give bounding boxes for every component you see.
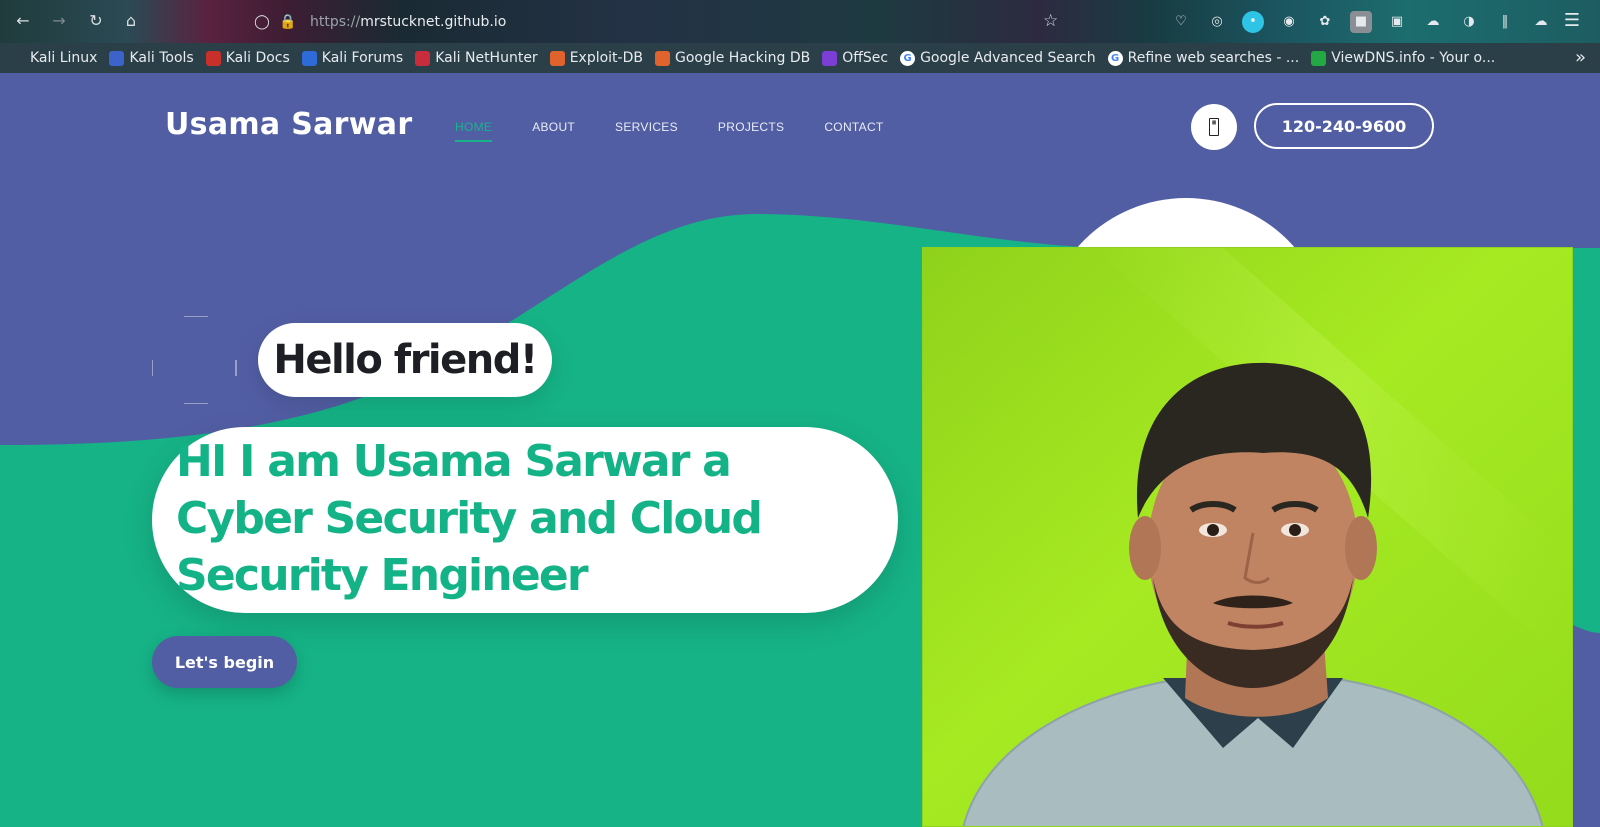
nethunter-icon	[415, 50, 431, 66]
nav-link-about[interactable]: ABOUT	[532, 120, 575, 134]
viewdns-icon	[1311, 50, 1327, 66]
site-header: Usama Sarwar HOME ABOUT SERVICES PROJECTS CO…	[0, 73, 1600, 183]
bookmark-item[interactable]: G Refine web searches - ...	[1107, 50, 1300, 66]
bookmark-label: Kali Tools	[129, 50, 194, 66]
bookmark-label: Google Advanced Search	[920, 50, 1096, 66]
cloud-extension-icon[interactable]: ☁	[1422, 11, 1444, 33]
language-toggle[interactable]: ▦	[1191, 104, 1237, 150]
chat-extension-icon[interactable]: •	[1242, 11, 1264, 33]
bookmark-item[interactable]: Kali Docs	[205, 50, 290, 66]
exploit-db-icon	[549, 50, 565, 66]
offsec-icon	[822, 50, 838, 66]
home-icon[interactable]: ⌂	[120, 10, 142, 32]
bookmark-label: Exploit-DB	[569, 50, 643, 66]
bookmark-item[interactable]: ViewDNS.info - Your o...	[1311, 50, 1495, 66]
bookmark-item[interactable]: G Google Advanced Search	[900, 50, 1096, 66]
kali-docs-icon	[205, 50, 221, 66]
kali-forums-icon	[301, 50, 317, 66]
bookmark-item[interactable]: Kali Forums	[301, 50, 404, 66]
main-navigation: HOME ABOUT SERVICES PROJECTS CONTACT	[455, 120, 884, 142]
bookmark-star-icon[interactable]: ☆	[1043, 11, 1058, 31]
back-arrow-icon[interactable]: ←	[12, 10, 34, 32]
url-text[interactable]: https://mrstucknet.github.io	[310, 14, 506, 30]
bookmark-label: Kali NetHunter	[435, 50, 538, 66]
bookmark-item[interactable]: Kali Tools	[109, 50, 194, 66]
globe-icon[interactable]: ◎	[1206, 11, 1228, 33]
translate-icon: ▦	[1209, 118, 1219, 136]
hello-text: Hello friend!	[273, 337, 538, 383]
bookmark-item[interactable]: Google Hacking DB	[654, 50, 811, 66]
bookmarks-bar: Kali Linux Kali Tools Kali Docs Kali Forums…	[0, 43, 1600, 73]
reload-icon[interactable]: ↻	[85, 10, 107, 32]
image-extension-icon[interactable]: ▣	[1386, 11, 1408, 33]
url-scheme: https://	[310, 14, 361, 30]
bookmark-item[interactable]: Kali NetHunter	[415, 50, 538, 66]
bookmarks-overflow-icon[interactable]: »	[1575, 47, 1586, 68]
browser-toolbar: ← → ↻ ⌂ ◯ 🔒 https://mrstucknet.github.io…	[0, 0, 1600, 43]
ghdb-icon	[654, 50, 670, 66]
profile-photo	[922, 247, 1573, 827]
bookmark-label: Kali Linux	[30, 50, 98, 66]
toggle-extension-icon[interactable]: ◑	[1458, 11, 1480, 33]
hero-headline: HI I am Usama Sarwar a Cyber Security an…	[176, 436, 763, 601]
bookmark-item[interactable]: Exploit-DB	[549, 50, 643, 66]
kali-tools-icon	[109, 50, 125, 66]
lock-icon[interactable]: 🔒	[278, 12, 298, 32]
pocket-icon[interactable]: ♡	[1170, 11, 1192, 33]
nav-link-contact[interactable]: CONTACT	[824, 120, 883, 134]
google-icon: G	[1107, 50, 1123, 66]
bookmark-label: Refine web searches - ...	[1127, 50, 1300, 66]
nav-link-home[interactable]: HOME	[455, 120, 493, 142]
address-bar[interactable]: ◯ 🔒 https://mrstucknet.github.io	[252, 8, 1072, 36]
extension-toolbar: ♡ ◎ • ◉ ✿ ■ ▣ ☁ ◑ ‖ ☁	[1170, 11, 1552, 33]
forward-arrow-icon[interactable]: →	[48, 10, 70, 32]
wappalyzer-icon[interactable]: ◉	[1278, 11, 1300, 33]
hamburger-menu-icon[interactable]: ☰	[1564, 10, 1580, 31]
bookmark-label: Kali Forums	[321, 50, 404, 66]
extensions-icon[interactable]: ☁	[1530, 11, 1552, 33]
bookmark-label: OffSec	[842, 50, 889, 66]
lets-begin-button[interactable]: Let's begin	[152, 636, 297, 688]
decorative-shape-icon	[152, 316, 237, 404]
kali-dragon-icon	[10, 50, 25, 66]
google-icon: G	[900, 50, 916, 66]
hello-badge: Hello friend!	[258, 323, 552, 397]
bookmark-item[interactable]: Kali Linux	[10, 50, 97, 66]
cookie-icon[interactable]: ✿	[1314, 11, 1336, 33]
bookmark-label: Kali Docs	[225, 50, 290, 66]
nav-link-services[interactable]: SERVICES	[615, 120, 678, 134]
bookmark-item[interactable]: OffSec	[822, 50, 888, 66]
url-host: mrstucknet.github.io	[360, 14, 507, 30]
portrait-image	[923, 248, 1572, 826]
puzzle-extension-icon[interactable]: ■	[1350, 11, 1372, 33]
bookmark-label: Google Hacking DB	[674, 50, 811, 66]
library-icon[interactable]: ‖	[1494, 11, 1516, 33]
site-logo[interactable]: Usama Sarwar	[165, 107, 412, 142]
phone-button[interactable]: 120-240-9600	[1254, 103, 1434, 149]
nav-link-projects[interactable]: PROJECTS	[718, 120, 784, 134]
tracking-shield-icon[interactable]: ◯	[252, 12, 272, 32]
page-content: Usama Sarwar HOME ABOUT SERVICES PROJECTS CO…	[0, 73, 1600, 827]
bookmark-label: ViewDNS.info - Your o...	[1331, 50, 1496, 66]
